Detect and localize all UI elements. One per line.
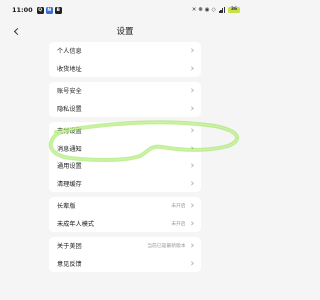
settings-item-general[interactable]: 通用设置 — [57, 157, 194, 175]
settings-item-shipping-address[interactable]: 收货地址 — [57, 60, 194, 78]
settings-item-value: 当前已是最新版本 — [147, 244, 186, 250]
chevron-right-icon — [188, 163, 194, 169]
settings-group-about: 关于美团 当前已是最新版本 意见反馈 — [49, 237, 201, 272]
settings-item-label: 关于美团 — [57, 243, 82, 251]
settings-group-profile: 个人信息 收货地址 — [49, 42, 201, 77]
chevron-right-icon — [188, 88, 194, 94]
status-right: ✕ ❋ ◉ ◇ 36 — [192, 7, 240, 13]
chevron-right-icon — [188, 203, 194, 209]
notification-app-icon: Q — [36, 6, 44, 14]
settings-item-notifications[interactable]: 消息通知 — [57, 140, 194, 158]
settings-item-account-security[interactable]: 账号安全 — [57, 82, 194, 100]
navigation-bar: 设置 — [0, 20, 250, 42]
chevron-right-icon — [188, 128, 194, 134]
chevron-right-icon — [188, 65, 194, 71]
settings-item-label: 个人信息 — [57, 48, 82, 56]
settings-item-value: 未开启 — [171, 221, 186, 227]
settings-item-label: 通用设置 — [57, 163, 82, 171]
settings-item-privacy[interactable]: 隐私设置 — [57, 100, 194, 118]
battery-icon: 36 — [228, 7, 240, 13]
status-bar: 11:00 Q N B ✕ ❋ ◉ ◇ 36 — [0, 0, 250, 20]
settings-item-feedback[interactable]: 意见反馈 — [57, 255, 194, 273]
page-title: 设置 — [116, 27, 134, 37]
settings-item-about[interactable]: 关于美团 当前已是最新版本 — [57, 237, 194, 255]
settings-group-general: 支付设置 消息通知 通用设置 清理缓存 — [49, 122, 201, 192]
back-button[interactable] — [11, 25, 23, 37]
chevron-left-icon — [13, 27, 21, 35]
chevron-right-icon — [188, 105, 194, 111]
settings-item-label: 长辈版 — [57, 203, 76, 211]
settings-item-label: 支付设置 — [57, 128, 82, 136]
status-time: 11:00 — [12, 6, 33, 14]
chevron-right-icon — [188, 145, 194, 151]
settings-group-security: 账号安全 隐私设置 — [49, 82, 201, 117]
notification-app-icon: B — [54, 6, 62, 14]
settings-item-payment[interactable]: 支付设置 — [57, 122, 194, 140]
chevron-right-icon — [188, 180, 194, 186]
notification-app-icon: N — [45, 6, 53, 14]
chevron-right-icon — [188, 260, 194, 266]
status-left: 11:00 Q N B — [12, 6, 62, 14]
chevron-right-icon — [188, 48, 194, 54]
status-indicator-icons: ✕ ❋ ◉ ◇ — [191, 7, 216, 13]
settings-item-label: 未成年人模式 — [57, 220, 95, 228]
settings-item-personal-info[interactable]: 个人信息 — [57, 42, 194, 60]
settings-item-elder-mode[interactable]: 长辈版 未开启 — [57, 197, 194, 215]
settings-item-label: 收货地址 — [57, 65, 82, 73]
settings-item-label: 账号安全 — [57, 88, 82, 96]
settings-group-modes: 长辈版 未开启 未成年人模式 未开启 — [49, 197, 201, 232]
settings-item-clear-cache[interactable]: 清理缓存 — [57, 175, 194, 193]
settings-item-minor-mode[interactable]: 未成年人模式 未开启 — [57, 215, 194, 233]
settings-item-value: 未开启 — [171, 204, 186, 210]
chevron-right-icon — [188, 220, 194, 226]
settings-item-label: 清理缓存 — [57, 180, 82, 188]
chevron-right-icon — [188, 243, 194, 249]
settings-item-label: 隐私设置 — [57, 105, 82, 113]
signal-icon — [218, 7, 225, 13]
settings-item-label: 意见反馈 — [57, 260, 82, 268]
settings-item-label: 消息通知 — [57, 145, 82, 153]
